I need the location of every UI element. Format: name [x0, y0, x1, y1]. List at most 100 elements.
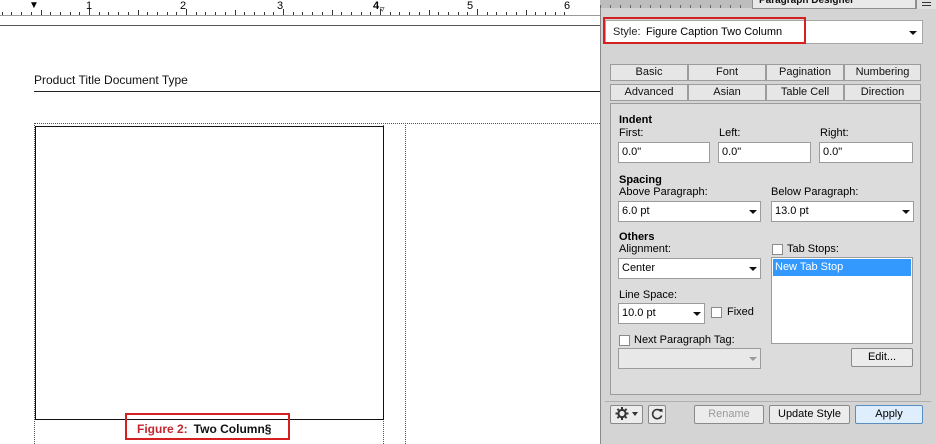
ruler-tick — [457, 12, 459, 15]
tab-pagination[interactable]: Pagination — [766, 64, 844, 81]
horizontal-ruler[interactable]: 1 2 3 4 5 6 ▼ ▿ — [0, 0, 600, 16]
tab-stops-checkbox[interactable] — [772, 244, 783, 255]
ruler-tick — [137, 10, 139, 15]
left-indent-label: Left: — [719, 127, 741, 139]
ruler-tick — [118, 12, 120, 15]
caption-highlight-box — [125, 413, 290, 440]
chevron-down-icon[interactable] — [909, 31, 917, 35]
spacing-heading: Spacing — [619, 174, 662, 186]
ruler-tick — [370, 12, 372, 15]
gear-icon — [615, 407, 638, 420]
chevron-down-icon[interactable] — [749, 210, 757, 214]
ruler-tick — [69, 12, 71, 15]
panel-menu-icon[interactable] — [916, 0, 936, 9]
document-header-text: Product Title Document Type — [34, 73, 188, 87]
ruler-tick — [350, 12, 352, 15]
first-indent-input[interactable]: 0.0" — [618, 142, 710, 163]
tab-asian[interactable]: Asian — [688, 84, 766, 101]
tab-stop-marker-icon[interactable]: ▿ — [380, 4, 385, 14]
ruler-tick — [11, 12, 13, 15]
next-paragraph-tag-select[interactable] — [618, 348, 761, 369]
ruler-tick — [21, 12, 23, 15]
tab-table-cell[interactable]: Table Cell — [766, 84, 844, 101]
ruler-tick — [428, 10, 430, 15]
ruler-tick — [409, 12, 411, 15]
update-style-button[interactable]: Update Style — [769, 405, 850, 424]
ruler-tick — [127, 12, 129, 15]
settings-menu-button[interactable] — [610, 405, 643, 424]
above-paragraph-select[interactable]: 6.0 pt — [618, 201, 761, 222]
tab-stops-list[interactable]: New Tab Stop — [771, 257, 913, 344]
tab-stops-label: Tab Stops: — [787, 243, 839, 255]
style-highlight-box — [603, 17, 806, 44]
tab-advanced[interactable]: Advanced — [610, 84, 688, 101]
alignment-select[interactable]: Center — [618, 258, 761, 279]
ruler-tick — [360, 12, 362, 15]
ruler-tick — [59, 12, 61, 15]
ruler-tick — [506, 12, 508, 15]
ruler-tick — [525, 10, 527, 15]
column-guide-col2-left — [405, 123, 406, 444]
edit-button[interactable]: Edit... — [851, 348, 913, 367]
apply-button[interactable]: Apply — [855, 405, 923, 424]
below-paragraph-select[interactable]: 13.0 pt — [771, 201, 914, 222]
ruler-tick — [186, 9, 187, 15]
ruler-tick — [515, 12, 517, 15]
tab-font[interactable]: Font — [688, 64, 766, 81]
refresh-icon — [651, 408, 663, 420]
column-guide-top — [34, 123, 600, 124]
ruler-tick — [263, 12, 265, 15]
ruler-tick — [108, 12, 110, 15]
ruler-tick — [244, 12, 246, 15]
above-paragraph-label: Above Paragraph: — [619, 186, 708, 198]
first-indent-label: First: — [619, 127, 644, 139]
ruler-number: 6 — [564, 0, 571, 12]
chevron-down-icon — [749, 357, 757, 361]
ruler-number: 3 — [277, 0, 284, 12]
ruler-number: 5 — [467, 0, 474, 12]
ruler-tick — [176, 12, 178, 15]
alignment-label: Alignment: — [619, 243, 671, 255]
ruler-number: 4 — [373, 0, 380, 12]
chevron-down-icon[interactable] — [902, 210, 910, 214]
ruler-tick — [40, 10, 42, 15]
ruler-tick — [224, 12, 226, 15]
anchored-frame[interactable] — [35, 126, 384, 420]
fixed-checkbox[interactable] — [711, 307, 722, 318]
line-space-select[interactable]: 10.0 pt — [618, 303, 705, 324]
rename-button[interactable]: Rename — [694, 405, 764, 424]
ruler-tick — [544, 12, 546, 15]
indent-heading: Indent — [619, 114, 652, 126]
ruler-tick — [98, 12, 100, 15]
indent-marker-icon[interactable]: ▼ — [29, 1, 39, 11]
tab-direction[interactable]: Direction — [844, 84, 921, 101]
right-indent-label: Right: — [820, 127, 849, 139]
chevron-down-icon[interactable] — [693, 312, 701, 316]
ruler-tick — [389, 12, 391, 15]
others-heading: Others — [619, 231, 655, 243]
ruler-tick — [438, 12, 440, 15]
fixed-label: Fixed — [727, 306, 754, 318]
ruler-tick — [195, 12, 197, 15]
list-item[interactable]: New Tab Stop — [773, 259, 911, 276]
refresh-button[interactable] — [648, 405, 666, 424]
ruler-tick — [215, 12, 217, 15]
ruler-number: 1 — [86, 0, 93, 12]
ruler-tick — [205, 12, 207, 15]
tab-numbering[interactable]: Numbering — [844, 64, 921, 81]
ruler-tick — [234, 10, 236, 15]
ruler-tick — [331, 10, 333, 15]
tab-basic[interactable]: Basic — [610, 64, 688, 81]
ruler-tick — [535, 12, 537, 15]
panel-divider — [605, 401, 931, 402]
ruler-tick — [399, 12, 401, 15]
chevron-down-icon[interactable] — [749, 267, 757, 271]
ruler-tick — [486, 12, 488, 15]
right-indent-input[interactable]: 0.0" — [819, 142, 913, 163]
ruler-tick — [283, 9, 284, 15]
left-indent-input[interactable]: 0.0" — [718, 142, 811, 163]
panel-title-tab[interactable]: Paragraph Designer — [752, 0, 916, 9]
next-paragraph-tag-checkbox[interactable] — [619, 335, 630, 346]
panel-tab-strip — [600, 0, 752, 8]
ruler-tick — [50, 12, 52, 15]
